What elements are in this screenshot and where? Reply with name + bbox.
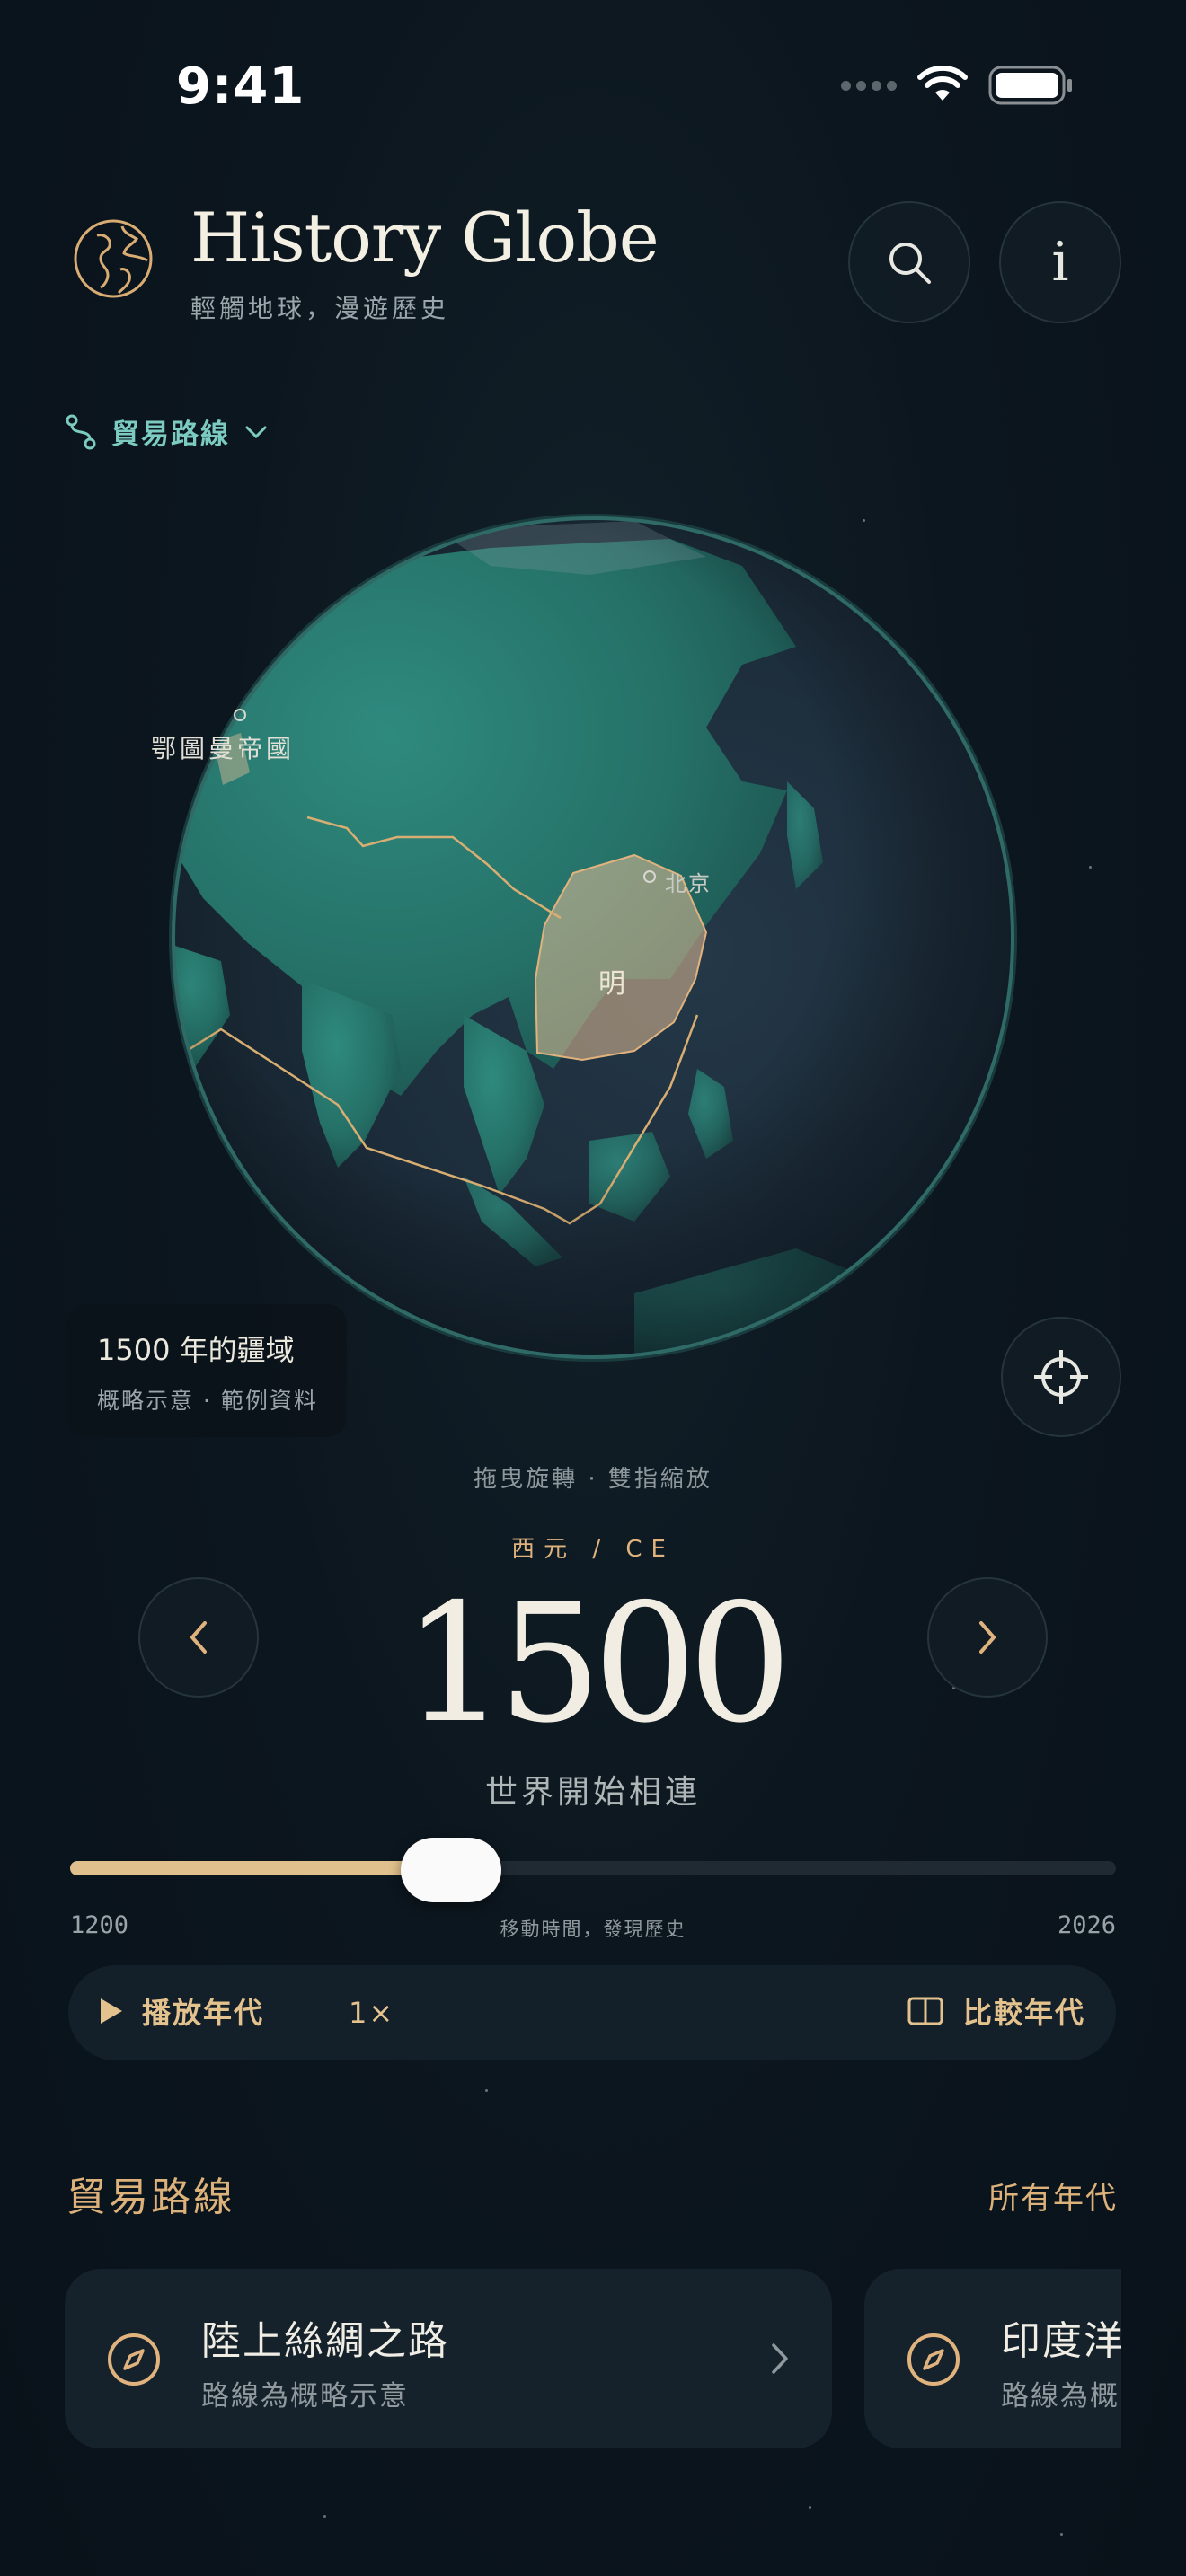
speed-button[interactable]: 1× (349, 1996, 394, 2030)
crosshair-icon (1034, 1350, 1088, 1404)
route-card[interactable]: 陸上絲綢之路 路線為概略示意 (65, 2269, 832, 2448)
locate-button[interactable] (1001, 1317, 1121, 1437)
compass-icon (907, 2333, 960, 2386)
route-card-title: 陸上絲綢之路 (201, 2318, 449, 2364)
play-button[interactable]: 播放年代 (97, 1990, 264, 2032)
chevron-right-icon (979, 1621, 996, 1654)
timeline-hint: 移動時間，發現歷史 (500, 1919, 686, 1940)
battery-icon (988, 66, 1072, 105)
globe-logo-icon (74, 219, 153, 298)
gesture-hint: 拖曳旋轉 · 雙指縮放 (474, 1466, 712, 1493)
all-eras-link[interactable]: 所有年代 (988, 2174, 1118, 2218)
chevron-right-icon (772, 2343, 788, 2374)
app-subtitle: 輕觸地球，漫遊歷史 (190, 294, 450, 323)
info-button[interactable]: i (999, 201, 1121, 323)
status-indicators (841, 65, 1075, 106)
compare-icon (907, 1997, 943, 2025)
layer-selector[interactable]: 貿易路線 (65, 411, 268, 452)
route-card-subtitle: 路線為概略示意 (201, 2380, 409, 2413)
compare-button[interactable]: 比較年代 (907, 1990, 1085, 2032)
search-icon (890, 243, 931, 284)
route-card[interactable]: 印度洋 路線為概略示意 (864, 2269, 1121, 2448)
extent-subtitle: 概略示意 · 範例資料 (97, 1388, 318, 1414)
era-label: 西元 / CE (511, 1536, 675, 1563)
label-ming[interactable]: 明 (598, 961, 629, 1001)
timeline-max-label: 2026 (1057, 1911, 1116, 1939)
play-label: 播放年代 (142, 1996, 265, 2030)
label-ottoman-empire[interactable]: 鄂圖曼帝國 (151, 729, 295, 765)
search-button[interactable] (848, 201, 970, 323)
play-icon (101, 1998, 122, 2024)
globe[interactable] (167, 512, 1019, 1363)
section-title: 貿易路線 (66, 2175, 235, 2220)
compass-icon (108, 2333, 160, 2386)
era-caption: 世界開始相連 (484, 1774, 701, 1811)
compare-label: 比較年代 (962, 1996, 1085, 2030)
cellular-signal-icon (841, 80, 897, 91)
app-title: History Globe (190, 198, 659, 278)
info-icon: i (1051, 231, 1069, 294)
timeline-slider-fill (70, 1861, 451, 1875)
layer-selector-label: 貿易路線 (111, 419, 230, 451)
wifi-icon (917, 66, 968, 101)
extent-title: 1500 年的疆域 (97, 1333, 295, 1367)
label-beijing[interactable]: 北京 (665, 866, 712, 897)
route-card-title: 印度洋 (1001, 2318, 1121, 2364)
playback-bar: 播放年代 1× 比較年代 (68, 1965, 1116, 2060)
next-year-button[interactable] (927, 1577, 1048, 1698)
chevron-down-icon (245, 426, 267, 438)
route-card-subtitle: 路線為概略示意 (1001, 2380, 1121, 2413)
route-icon (66, 414, 96, 449)
timeline-slider-thumb[interactable] (400, 1838, 501, 1902)
timeline-slider-track[interactable] (70, 1861, 1116, 1875)
route-carousel[interactable]: 陸上絲綢之路 路線為概略示意 印度洋 路線為概略示意 (0, 2245, 1121, 2479)
status-time: 9:41 (176, 57, 305, 116)
extent-card: 1500 年的疆域 概略示意 · 範例資料 (66, 1304, 347, 1437)
